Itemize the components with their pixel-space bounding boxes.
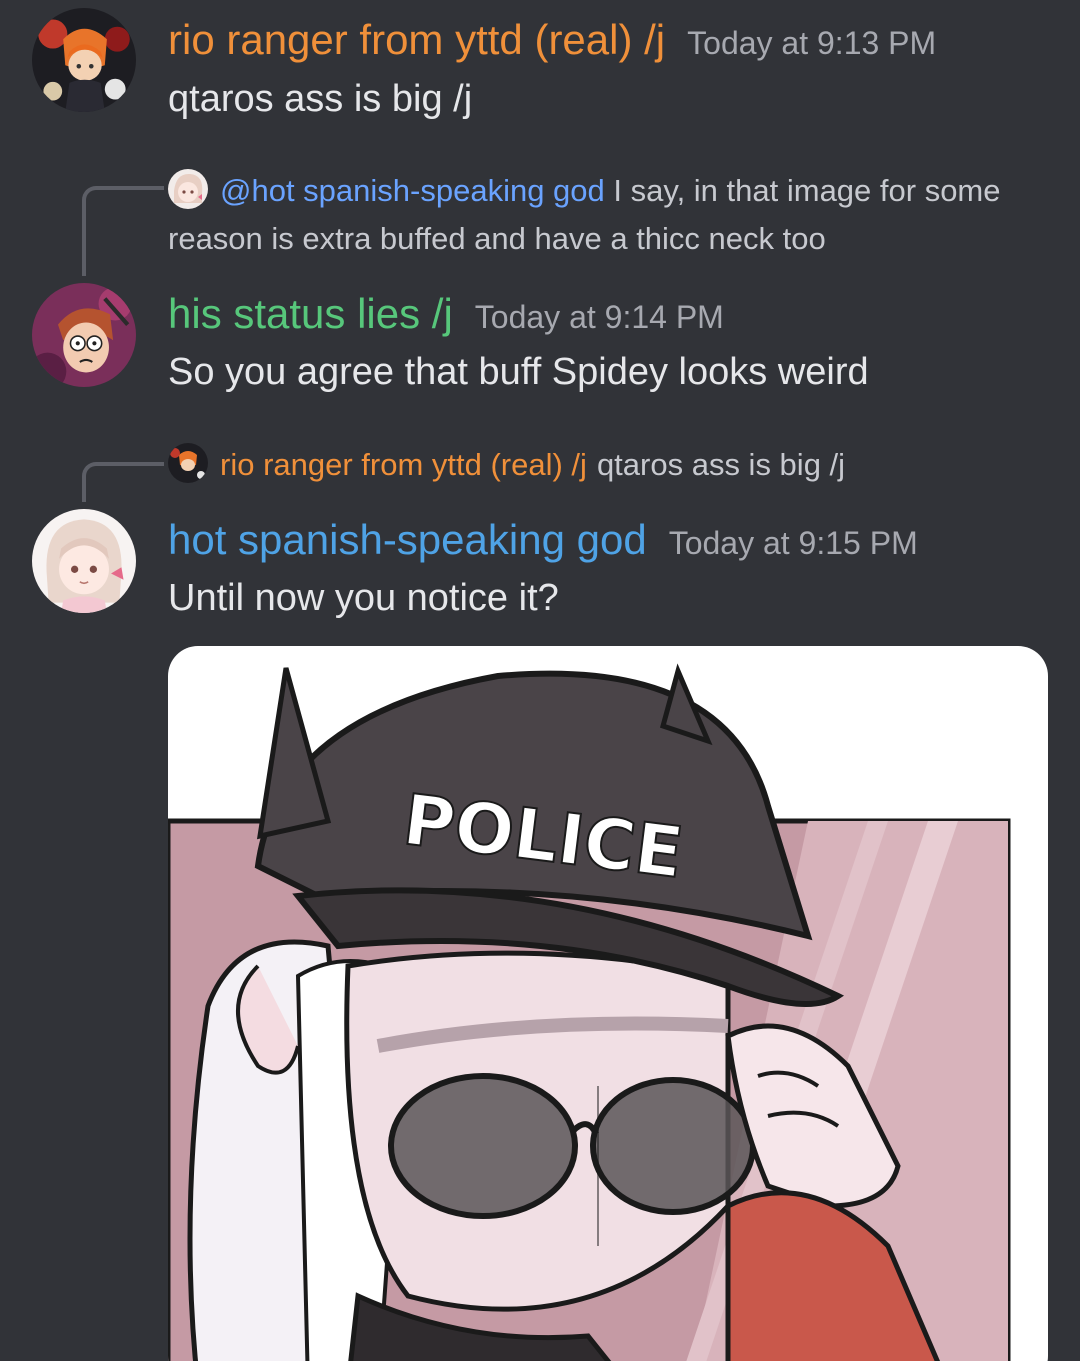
reply-preview-text: I say, in that image for some xyxy=(613,173,1001,208)
message-text: So you agree that buff Spidey looks weir… xyxy=(168,351,869,393)
reply-mention[interactable]: @hot spanish-speaking god xyxy=(220,173,605,208)
message-author[interactable]: hot spanish-speaking god Today at 9:15 PM xyxy=(168,516,918,564)
reply-avatar xyxy=(168,169,208,209)
image-attachment[interactable]: POLICE xyxy=(168,646,1048,1361)
reply-author[interactable]: rio ranger from yttd (real) /j xyxy=(220,447,587,482)
message-text: Until now you notice it? xyxy=(168,577,559,619)
rio-ranger-avatar[interactable] xyxy=(32,8,136,112)
his-status-lies-avatar[interactable] xyxy=(32,283,136,387)
reply-preview[interactable]: @hot spanish-speaking god I say, in that… xyxy=(168,167,1048,263)
message-text: qtaros ass is big /j xyxy=(168,78,473,120)
reply-preview[interactable]: rio ranger from yttd (real) /j qtaros ass… xyxy=(168,441,845,489)
message-timestamp: Today at 9:14 PM xyxy=(474,299,724,335)
author-name[interactable]: rio ranger from yttd (real) /j xyxy=(168,16,665,63)
author-name[interactable]: his status lies /j xyxy=(168,290,453,337)
hot-spanish-speaking-god-avatar[interactable] xyxy=(32,509,136,613)
author-name[interactable]: hot spanish-speaking god xyxy=(168,516,647,563)
reply-connector xyxy=(82,186,164,276)
message-timestamp: Today at 9:15 PM xyxy=(668,525,918,561)
message-timestamp: Today at 9:13 PM xyxy=(687,25,937,61)
reply-preview-text: qtaros ass is big /j xyxy=(596,447,846,482)
chat-message-list: rio ranger from yttd (real) /j Today at 9… xyxy=(0,0,1080,1361)
reply-avatar xyxy=(168,443,208,483)
message-author[interactable]: rio ranger from yttd (real) /j Today at 9… xyxy=(168,16,936,64)
reply-connector xyxy=(82,462,164,502)
message-author[interactable]: his status lies /j Today at 9:14 PM xyxy=(168,290,724,338)
reply-preview-text-cont: reason is extra buffed and have a thicc … xyxy=(168,221,826,256)
